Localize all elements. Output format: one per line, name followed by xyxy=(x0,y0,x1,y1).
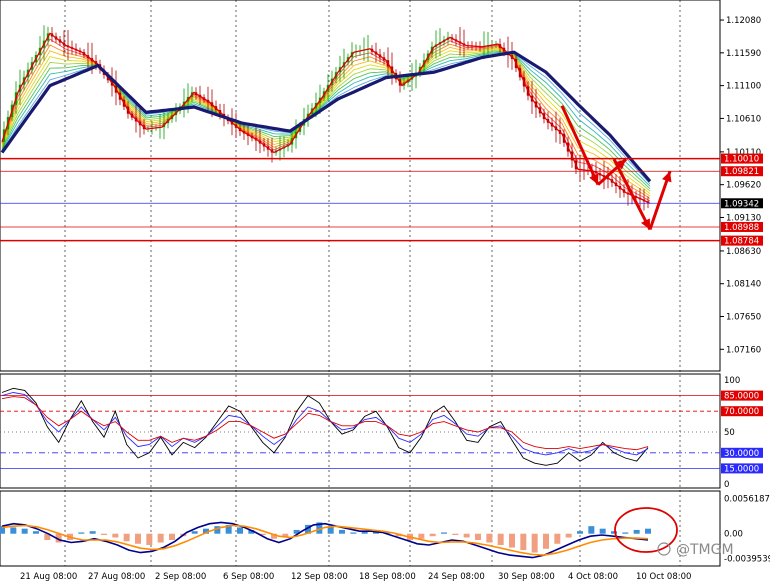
osc-level-label: 30.0000 xyxy=(724,449,759,459)
x-tick-label: 27 Aug 08:00 xyxy=(88,572,145,582)
y-tick-label: 1.08630 xyxy=(726,247,761,257)
y-tick-label: 1.09130 xyxy=(726,213,761,223)
macd-histogram-bar xyxy=(486,533,493,543)
y-tick-label: 1.10610 xyxy=(726,114,761,124)
macd-histogram-bar xyxy=(418,533,425,539)
y-tick-label: 1.12080 xyxy=(726,16,761,26)
macd-histogram-bar xyxy=(78,532,85,534)
level-label: 1.09821 xyxy=(724,167,759,177)
y-tick-label: 1.11590 xyxy=(726,49,761,59)
macd-histogram-bar xyxy=(463,533,470,538)
macd-histogram-bar xyxy=(135,533,141,544)
x-tick-label: 30 Sep 08:00 xyxy=(498,572,555,582)
watermark-text: @TMGM xyxy=(676,542,734,558)
macd-y-tick-label: 0.00 xyxy=(724,530,743,540)
x-tick-label: 10 Oct 08:00 xyxy=(636,572,691,582)
macd-histogram-bar xyxy=(123,533,130,542)
macd-histogram-bar xyxy=(89,531,96,534)
macd-histogram-bar xyxy=(588,526,595,534)
macd-histogram-bar xyxy=(350,532,357,534)
osc-level-label: 85.0000 xyxy=(724,392,759,402)
osc-y-tick-label: 0 xyxy=(724,480,729,490)
macd-histogram-bar xyxy=(475,533,481,540)
macd-y-tick-label: 0.00561870 xyxy=(724,494,770,504)
oscillator-panel xyxy=(0,373,721,489)
macd-histogram-bar xyxy=(509,533,515,548)
y-tick-label: 1.08140 xyxy=(726,280,761,290)
macd-histogram-bar xyxy=(599,528,606,534)
macd-histogram-bar xyxy=(622,532,629,534)
macd-histogram-bar xyxy=(429,533,436,537)
macd-histogram-bar xyxy=(339,529,345,534)
macd-histogram-bar xyxy=(577,531,583,534)
macd-histogram-bar xyxy=(157,533,164,543)
macd-histogram-bar xyxy=(21,528,28,534)
macd-histogram-bar xyxy=(645,528,651,534)
y-tick-label: 1.07650 xyxy=(726,313,761,323)
macd-histogram-bar xyxy=(633,529,640,534)
macd-histogram-bar xyxy=(10,527,17,534)
macd-histogram-bar xyxy=(237,527,243,534)
macd-histogram-bar xyxy=(33,531,39,534)
macd-histogram-bar xyxy=(565,533,572,538)
level-label: 1.08988 xyxy=(724,223,759,233)
macd-histogram-bar xyxy=(543,533,549,549)
osc-level-label: 15.0000 xyxy=(724,464,759,474)
level-label: 1.10010 xyxy=(724,155,759,165)
x-tick-label: 24 Sep 08:00 xyxy=(428,572,485,582)
macd-histogram-bar xyxy=(531,533,538,553)
macd-histogram-bar xyxy=(169,533,175,540)
y-tick-label: 1.11100 xyxy=(726,82,761,92)
x-tick-label: 2 Sep 08:00 xyxy=(155,572,206,582)
x-tick-label: 18 Sep 08:00 xyxy=(359,572,416,582)
y-tick-label: 1.09620 xyxy=(726,181,761,191)
macd-histogram-bar xyxy=(497,533,504,546)
osc-y-tick-label: 100 xyxy=(724,376,740,386)
macd-histogram-bar xyxy=(554,533,561,544)
x-tick-label: 6 Sep 08:00 xyxy=(223,572,274,582)
osc-y-tick-label: 50 xyxy=(724,428,735,438)
y-tick-label: 1.07160 xyxy=(726,345,761,355)
level-label: 1.08784 xyxy=(724,237,759,247)
macd-histogram-bar xyxy=(146,533,153,546)
macd-histogram-bar xyxy=(101,533,107,535)
chart-canvas: 21 Aug 08:00 27 Aug 08:00 2 Sep 08:00 6 Sep… xyxy=(0,0,770,582)
x-tick-label: 12 Sep 08:00 xyxy=(291,572,348,582)
level-label: 1.09342 xyxy=(724,199,759,209)
macd-histogram-bar xyxy=(441,532,447,534)
macd-histogram-bar xyxy=(191,531,198,534)
macd-histogram-bar xyxy=(112,533,119,538)
x-tick-label: 4 Oct 08:00 xyxy=(568,572,618,582)
macd-histogram-bar xyxy=(452,533,459,535)
osc-level-label: 70.0000 xyxy=(724,407,759,417)
x-tick-label: 21 Aug 08:00 xyxy=(20,572,77,582)
macd-histogram-bar xyxy=(520,533,527,551)
